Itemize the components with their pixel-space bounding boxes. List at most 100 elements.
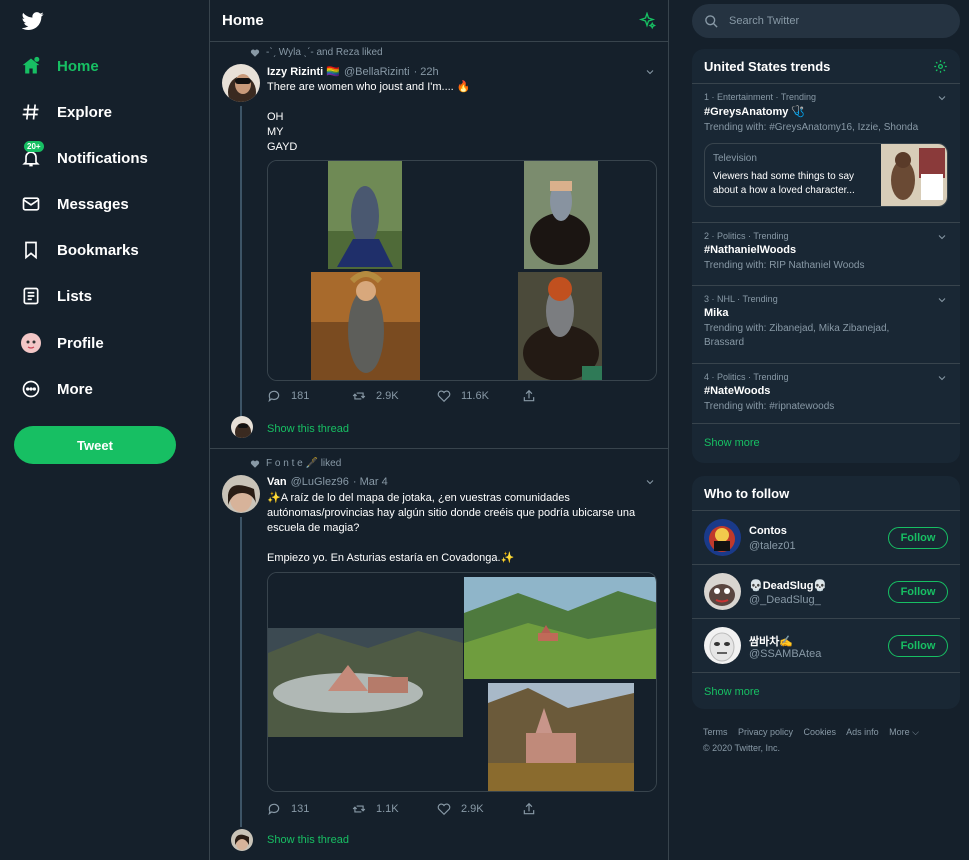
show-thread-link[interactable]: Show this thread	[267, 834, 349, 846]
twitter-logo-icon[interactable]	[22, 10, 44, 32]
who-to-follow-title: Who to follow	[704, 485, 790, 501]
tweet-media[interactable]	[267, 160, 657, 381]
chevron-down-icon[interactable]	[936, 92, 948, 104]
avatar[interactable]	[222, 475, 260, 513]
follow-button[interactable]: Follow	[888, 635, 948, 657]
chevron-down-icon[interactable]	[936, 294, 948, 306]
trends-panel: United States trends 1 · Entertainment ·…	[692, 49, 960, 463]
avatar[interactable]	[704, 573, 741, 610]
trend-with: Trending with: #ripnatewoods	[704, 401, 835, 412]
tweet-time[interactable]: · Mar 4	[353, 476, 388, 488]
home-icon	[20, 55, 42, 77]
footer-link-terms[interactable]: Terms	[703, 727, 728, 737]
search-icon	[705, 14, 718, 28]
nav-label: Home	[57, 57, 99, 75]
nav-home[interactable]: Home	[20, 50, 99, 82]
like-action[interactable]: 11.6K	[437, 389, 522, 403]
suggestion-handle: @SSAMBAtea	[749, 648, 822, 660]
nav-profile[interactable]: Profile	[20, 327, 104, 359]
retweet-count: 2.9K	[376, 390, 399, 402]
footer-link-privacy[interactable]: Privacy policy	[738, 727, 793, 737]
media-photo-3	[488, 683, 634, 791]
nav-messages[interactable]: Messages	[20, 188, 129, 220]
nav-label: Profile	[57, 334, 104, 352]
nav-bookmarks[interactable]: Bookmarks	[20, 234, 139, 266]
trend-with: Trending with: Zibanejad, Mika Zibanejad…	[704, 323, 890, 348]
follow-suggestion[interactable]: 💀DeadSlug💀 @_DeadSlug_ Follow	[692, 565, 960, 619]
trends-show-more[interactable]: Show more	[692, 424, 960, 461]
avatar[interactable]	[704, 627, 741, 664]
heart-icon	[437, 390, 451, 403]
nav-more[interactable]: More	[20, 373, 93, 405]
social-context-text: -ˋˏ Wyla ˎˊ- and Reza liked	[266, 47, 383, 58]
tweet-time[interactable]: · 22h	[414, 66, 439, 78]
author-name[interactable]: Izzy Rizinti 🏳️‍🌈	[267, 65, 340, 78]
footer-link-more[interactable]: More ⌵	[889, 727, 919, 737]
avatar[interactable]	[222, 64, 260, 102]
chevron-down-icon[interactable]	[644, 66, 656, 78]
follow-button[interactable]: Follow	[888, 581, 948, 603]
like-action[interactable]: 2.9K	[437, 802, 522, 816]
media-photo-2	[524, 161, 598, 269]
who-to-follow-show-more[interactable]: Show more	[692, 673, 960, 709]
nav-label: Notifications	[57, 149, 148, 167]
chevron-down-icon[interactable]	[644, 476, 656, 488]
notification-badge: 20+	[24, 141, 44, 152]
trend-item[interactable]: 1 · Entertainment · Trending #GreysAnato…	[692, 84, 960, 223]
tweet-header: Van @LuGlez96 · Mar 4	[267, 476, 388, 488]
media-photo-1	[328, 161, 402, 269]
follow-suggestion[interactable]: 쌈바차✍️ @SSAMBAtea Follow	[692, 619, 960, 673]
retweet-action[interactable]: 1.1K	[352, 802, 437, 816]
nav-explore[interactable]: Explore	[20, 96, 112, 128]
retweet-icon	[352, 805, 366, 813]
follow-suggestion[interactable]: Contos @talez01 Follow	[692, 511, 960, 565]
trends-header: United States trends	[692, 49, 960, 84]
follow-button[interactable]: Follow	[888, 527, 948, 549]
author-handle[interactable]: @LuGlez96	[291, 476, 349, 488]
show-thread-link[interactable]: Show this thread	[267, 423, 349, 435]
chevron-down-icon[interactable]	[936, 372, 948, 384]
suggestion-handle: @talez01	[749, 540, 796, 552]
trend-item[interactable]: 2 · Politics · Trending #NathanielWoods …	[692, 223, 960, 286]
thread-line	[240, 106, 242, 422]
footer-link-cookies[interactable]: Cookies	[804, 727, 837, 737]
list-icon	[20, 285, 42, 307]
who-to-follow-header: Who to follow	[692, 476, 960, 511]
nav-notifications[interactable]: 20+ Notifications	[20, 141, 148, 174]
author-name[interactable]: Van	[267, 476, 287, 488]
tweet-text: ✨A raíz de lo del mapa de jotaka, ¿en vu…	[267, 492, 636, 564]
share-action[interactable]	[522, 802, 607, 816]
tweet-actions: 131 1.1K 2.9K	[267, 802, 607, 816]
left-nav: Home Explore 20+ Notifications Messages …	[0, 0, 209, 860]
reply-icon	[268, 390, 280, 403]
gear-icon[interactable]	[933, 59, 948, 74]
tweet[interactable]: F o n t e 🖋️ liked Van @LuGlez96 · Mar 4…	[210, 449, 668, 860]
tweet-button[interactable]: Tweet	[14, 426, 176, 464]
reply-action[interactable]: 181	[267, 389, 352, 403]
search-box[interactable]	[692, 4, 960, 38]
chevron-down-icon[interactable]	[936, 231, 948, 243]
author-handle[interactable]: @BellaRizinti	[344, 66, 410, 78]
tweet-media[interactable]	[267, 572, 657, 792]
trend-item[interactable]: 3 · NHL · Trending Mika Trending with: Z…	[692, 286, 960, 364]
suggestion-handle: @_DeadSlug_	[749, 594, 821, 606]
footer-link-ads-info[interactable]: Ads info	[846, 727, 879, 737]
share-action[interactable]	[522, 389, 607, 403]
envelope-icon	[20, 193, 42, 215]
media-photo-3	[311, 271, 420, 380]
tweet-actions: 181 2.9K 11.6K	[267, 389, 607, 403]
trend-news-card[interactable]: Television Viewers had some things to sa…	[704, 143, 948, 207]
reply-action[interactable]: 131	[267, 802, 352, 816]
social-context: F o n t e 🖋️ liked	[250, 458, 341, 469]
search-input[interactable]	[729, 15, 939, 27]
nav-lists[interactable]: Lists	[20, 280, 92, 312]
tweet[interactable]: -ˋˏ Wyla ˎˊ- and Reza liked Izzy Rizinti…	[210, 42, 668, 449]
retweet-action[interactable]: 2.9K	[352, 389, 437, 403]
tweet-text: There are women who joust and I'm.... 🔥 …	[267, 81, 471, 153]
trend-item[interactable]: 4 · Politics · Trending #NateWoods Trend…	[692, 364, 960, 424]
page-title: Home	[222, 12, 264, 29]
suggestion-name: 쌈바차✍️	[749, 636, 794, 648]
avatar[interactable]	[704, 519, 741, 556]
sparkle-icon[interactable]	[638, 11, 656, 30]
trend-name: #NateWoods	[704, 385, 771, 397]
